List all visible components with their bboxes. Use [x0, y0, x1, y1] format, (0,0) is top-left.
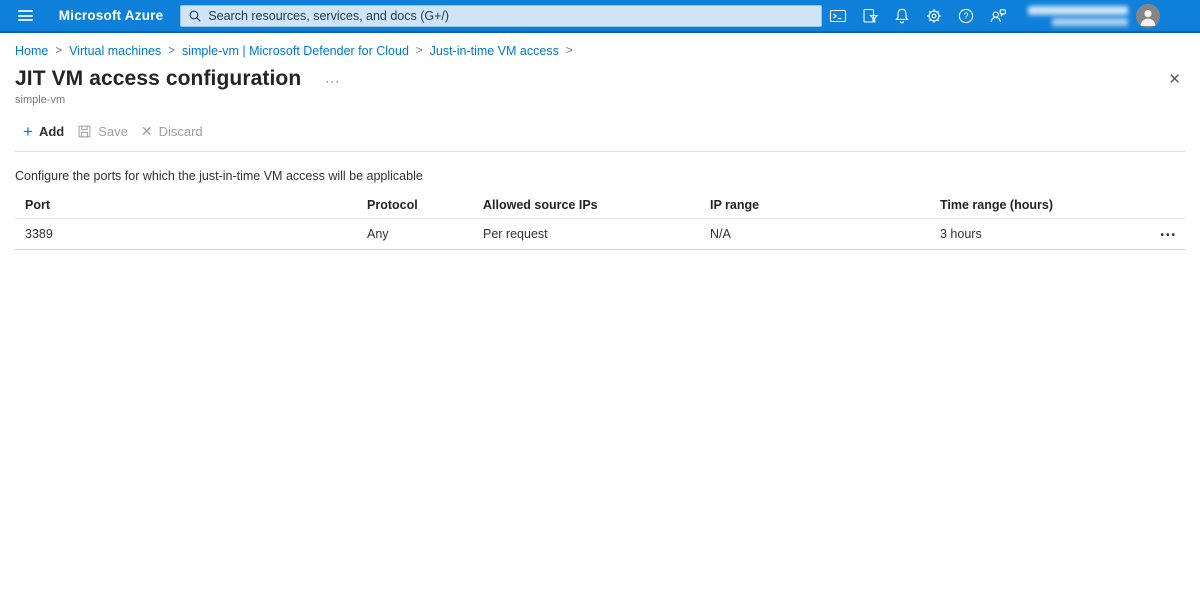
- breadcrumb-separator: >: [415, 45, 423, 57]
- avatar[interactable]: [1136, 3, 1160, 28]
- cell-protocol: Any: [367, 227, 389, 241]
- breadcrumb-defender-for-cloud[interactable]: simple-vm | Microsoft Defender for Cloud: [182, 44, 409, 58]
- account-menu[interactable]: [1028, 3, 1160, 28]
- close-icon[interactable]: ✕: [1168, 72, 1181, 87]
- hamburger-menu-icon[interactable]: [18, 10, 33, 21]
- breadcrumb-separator: >: [168, 45, 175, 57]
- feedback-icon[interactable]: [982, 0, 1014, 32]
- account-info-blurred: [1028, 5, 1128, 26]
- breadcrumb-separator: >: [565, 45, 573, 57]
- header-port: Port: [25, 198, 50, 212]
- breadcrumb: Home > Virtual machines > simple-vm | Mi…: [0, 33, 1200, 58]
- breadcrumb-jit-vm-access[interactable]: Just-in-time VM access: [430, 44, 559, 58]
- settings-gear-icon[interactable]: [918, 0, 950, 32]
- azure-brand-title[interactable]: Microsoft Azure: [59, 8, 164, 23]
- add-button[interactable]: + Add: [23, 123, 64, 140]
- header-protocol: Protocol: [367, 198, 418, 212]
- plus-icon: +: [23, 121, 33, 141]
- notifications-bell-icon[interactable]: [886, 0, 918, 32]
- breadcrumb-virtual-machines[interactable]: Virtual machines: [69, 44, 161, 58]
- breadcrumb-separator: >: [55, 45, 63, 57]
- discard-button[interactable]: ✕ Discard: [141, 124, 203, 139]
- header-allowed-source-ips: Allowed source IPs: [483, 198, 598, 212]
- command-bar: + Add Save ✕ Discard: [0, 119, 1200, 143]
- discard-button-label: Discard: [158, 123, 203, 139]
- ports-table: Port Protocol Allowed source IPs IP rang…: [15, 192, 1185, 250]
- account-email-blurred: [1028, 5, 1128, 15]
- azure-top-bar: Microsoft Azure Search resources, servic…: [0, 0, 1200, 33]
- discard-x-icon: ✕: [140, 123, 153, 139]
- directories-subscriptions-icon[interactable]: [854, 0, 886, 32]
- account-directory-blurred: [1052, 17, 1128, 26]
- table-header-row: Port Protocol Allowed source IPs IP rang…: [15, 192, 1185, 219]
- cloud-shell-icon[interactable]: [822, 0, 854, 32]
- table-row[interactable]: 3389 Any Per request N/A 3 hours •••: [15, 219, 1185, 250]
- cell-allowed-source-ips: Per request: [483, 227, 548, 241]
- cell-port: 3389: [25, 227, 53, 241]
- topbar-icon-group: ?: [822, 0, 1014, 32]
- page-subtitle: simple-vm: [15, 94, 66, 106]
- page-header: JIT VM access configuration ··· ✕ simple…: [0, 67, 1200, 106]
- toolbar-divider: [15, 151, 1185, 152]
- add-button-label: Add: [38, 123, 65, 139]
- save-button[interactable]: Save: [77, 124, 128, 139]
- help-icon[interactable]: ?: [950, 0, 982, 32]
- page-title: JIT VM access configuration: [15, 67, 302, 90]
- save-button-label: Save: [98, 123, 128, 139]
- global-search-box[interactable]: [180, 4, 822, 27]
- row-context-menu-icon[interactable]: •••: [1160, 230, 1177, 241]
- search-icon: [189, 10, 201, 22]
- search-input[interactable]: [208, 8, 814, 23]
- svg-text:?: ?: [963, 11, 968, 21]
- breadcrumb-home[interactable]: Home: [15, 44, 48, 58]
- header-ip-range: IP range: [710, 198, 760, 212]
- cell-ip-range: N/A: [710, 227, 731, 241]
- header-time-range: Time range (hours): [940, 198, 1053, 212]
- save-icon: [78, 125, 91, 137]
- more-actions-icon[interactable]: ···: [325, 71, 340, 87]
- ports-description: Configure the ports for which the just-i…: [15, 169, 423, 183]
- cell-time-range: 3 hours: [940, 227, 982, 241]
